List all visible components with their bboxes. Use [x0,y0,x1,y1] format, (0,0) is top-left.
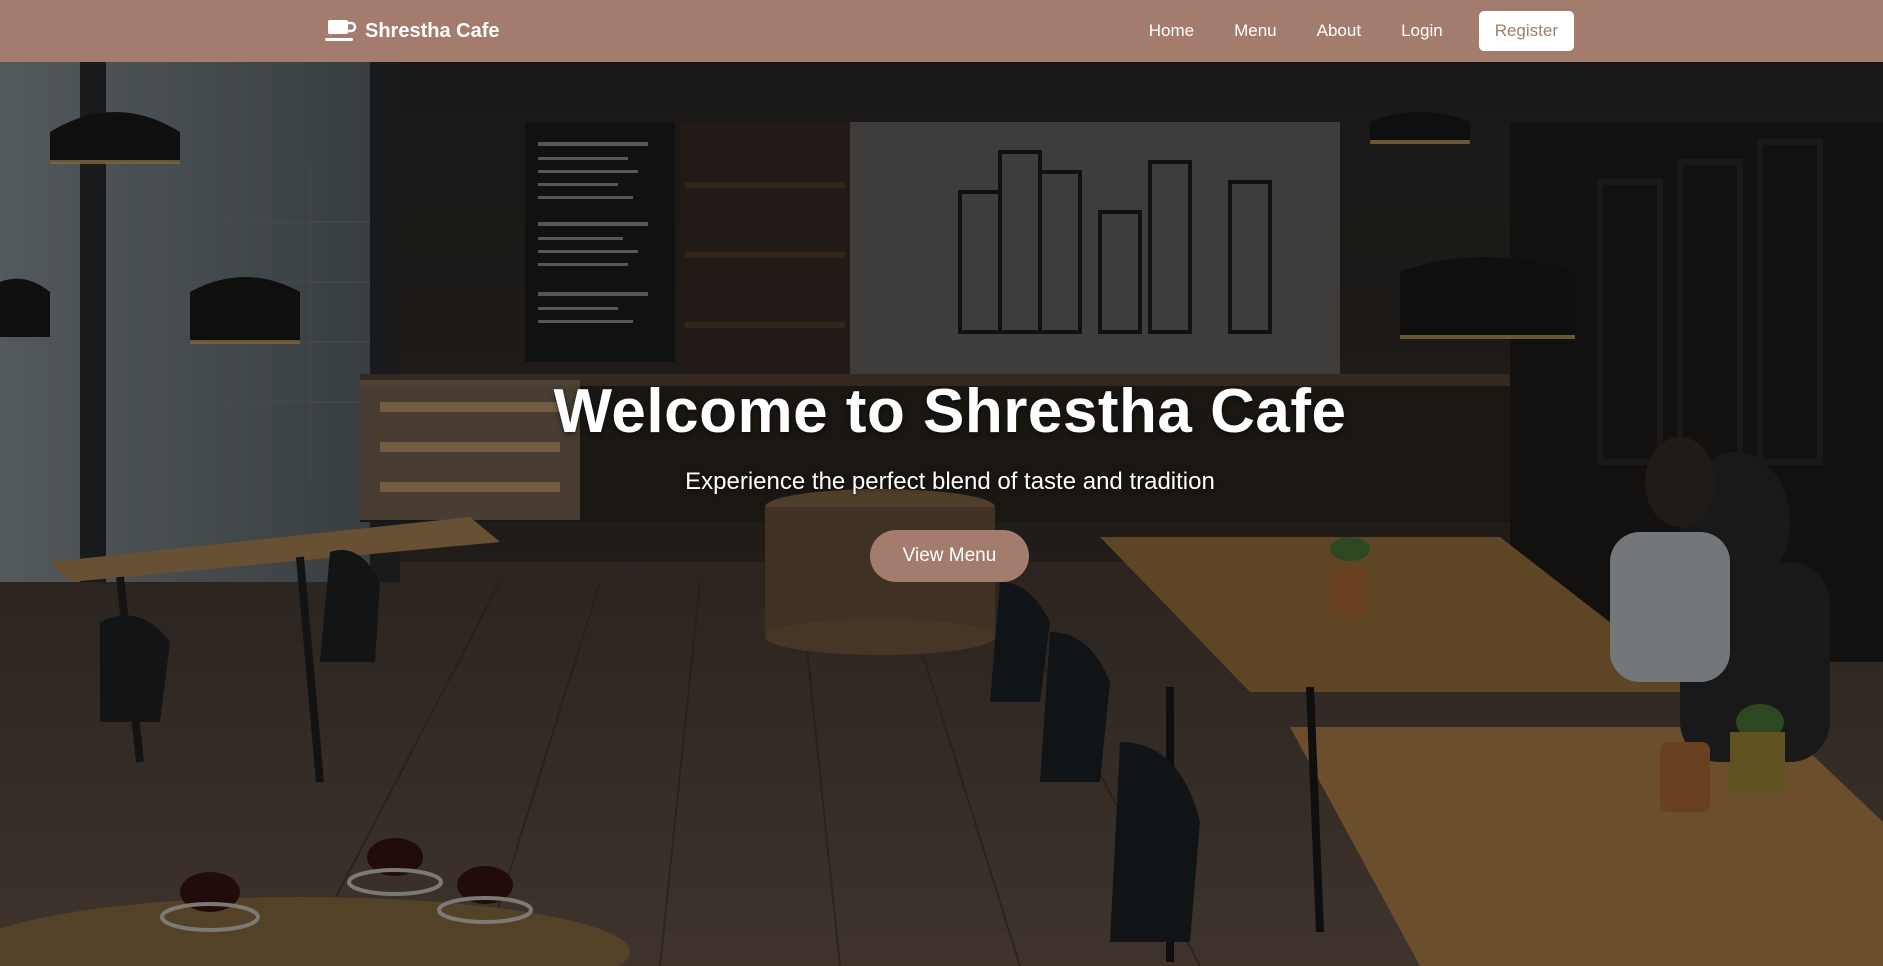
view-menu-button[interactable]: View Menu [870,530,1029,582]
hero-title: Welcome to Shrestha Cafe [553,377,1347,446]
brand-logo-link[interactable]: Shrestha Cafe [325,18,500,44]
nav-link-home[interactable]: Home [1149,21,1194,41]
nav-links: Home Menu About Login Register [1109,11,1574,51]
navbar-container: Shrestha Cafe Home Menu About Login Regi… [325,0,1574,62]
brand-name: Shrestha Cafe [365,19,500,42]
register-button[interactable]: Register [1478,11,1574,51]
hero-content: Welcome to Shrestha Cafe Experience the … [0,62,1883,966]
hero-section: Welcome to Shrestha Cafe Experience the … [0,62,1883,966]
nav-link-login[interactable]: Login [1401,21,1443,41]
nav-link-menu[interactable]: Menu [1234,21,1277,41]
hero-subtitle: Experience the perfect blend of taste an… [685,468,1215,495]
nav-link-about[interactable]: About [1317,21,1361,41]
coffee-cup-icon [325,18,357,44]
navbar: Shrestha Cafe Home Menu About Login Regi… [0,0,1883,62]
